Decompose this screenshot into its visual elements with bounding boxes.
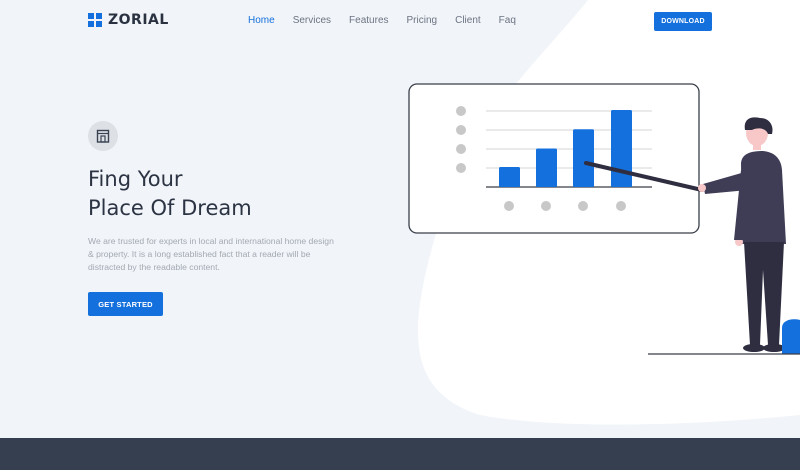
- get-started-button[interactable]: GET STARTED: [88, 292, 163, 316]
- nav-services[interactable]: Services: [293, 15, 331, 26]
- nav-client[interactable]: Client: [455, 15, 481, 26]
- logo-grid-icon: [88, 13, 102, 27]
- top-navbar: ZORIAL Home Services Features Pricing Cl…: [0, 0, 800, 44]
- board-bar: [611, 110, 632, 187]
- brand-logo[interactable]: ZORIAL: [88, 12, 169, 28]
- hero-title: Fing Your Place Of Dream: [88, 165, 388, 223]
- board-bar: [499, 166, 520, 187]
- presenter-person: [698, 117, 800, 354]
- hero-title-line1: Fing Your: [88, 167, 183, 191]
- hero-description: We are trusted for experts in local and …: [88, 236, 334, 272]
- building-icon-badge: [88, 121, 118, 151]
- footer-band: [0, 438, 800, 470]
- brand-name: ZORIAL: [108, 12, 169, 28]
- nav-features[interactable]: Features: [349, 15, 388, 26]
- board-bar: [573, 129, 594, 187]
- download-button[interactable]: DOWNLOAD: [654, 12, 712, 31]
- building-icon: [96, 129, 110, 143]
- nav-pricing[interactable]: Pricing: [407, 15, 438, 26]
- board-bar: [536, 148, 557, 187]
- hero-title-line2: Place Of Dream: [88, 196, 252, 220]
- main-menu: Home Services Features Pricing Client Fa…: [248, 15, 534, 26]
- presentation-illustration: [408, 83, 800, 355]
- nav-home[interactable]: Home: [248, 15, 275, 26]
- nav-faq[interactable]: Faq: [499, 15, 516, 26]
